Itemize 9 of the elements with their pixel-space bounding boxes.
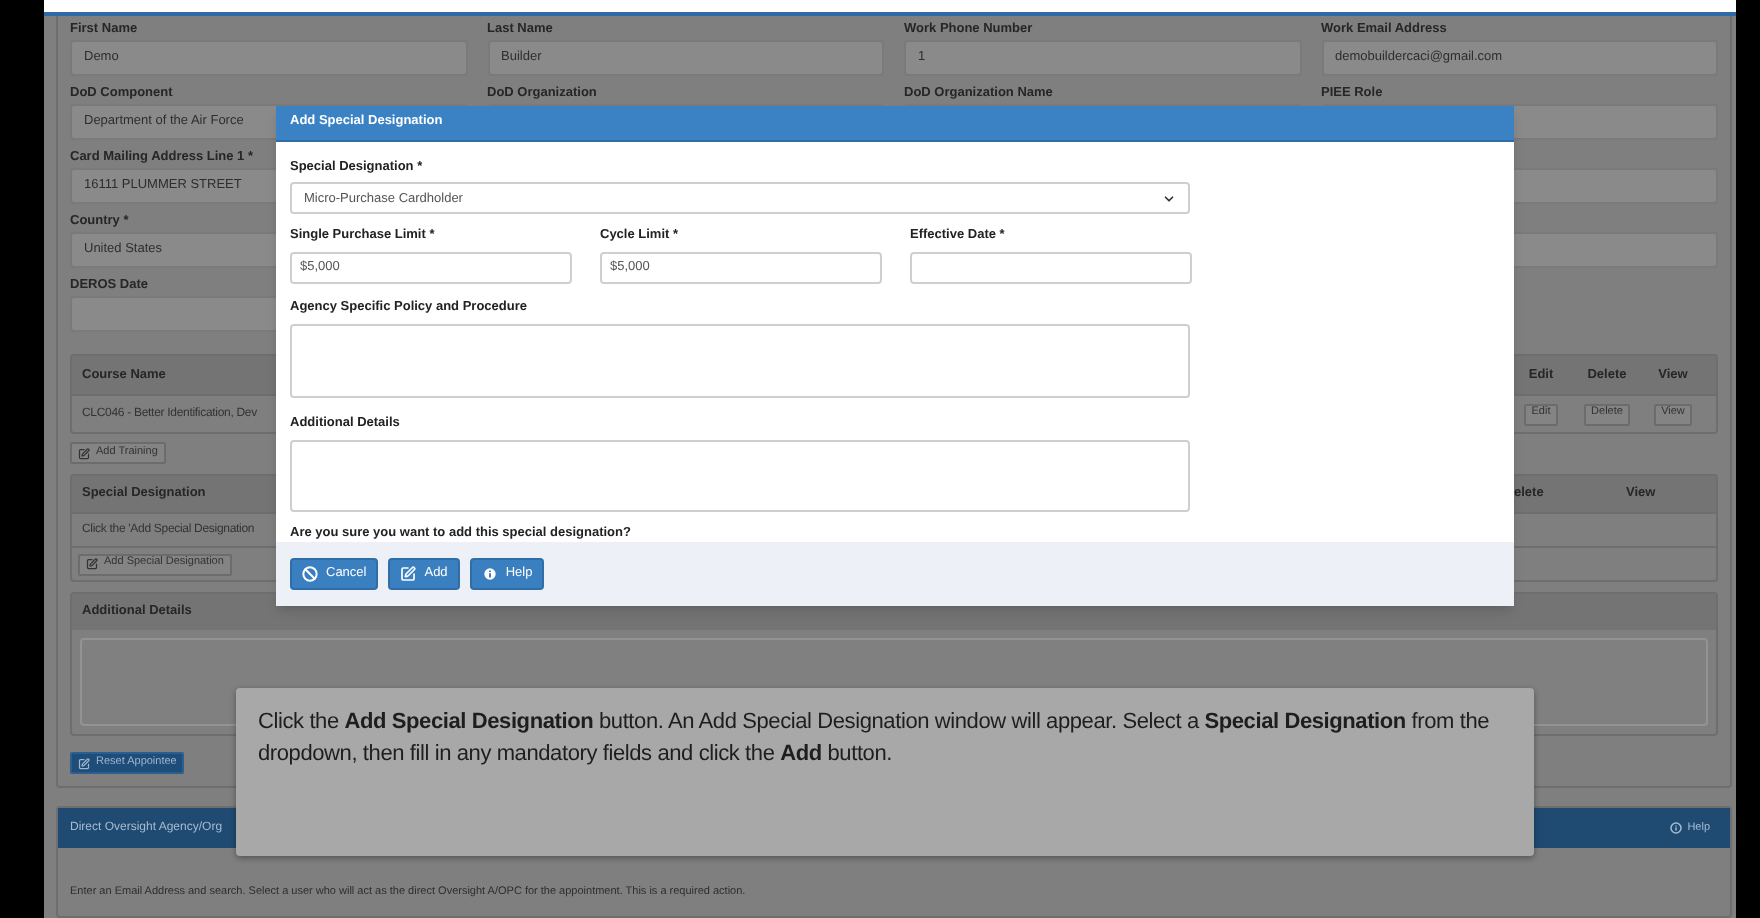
edit-icon — [400, 566, 417, 583]
edit-icon — [78, 757, 90, 769]
info-icon — [481, 566, 498, 583]
info-icon — [1669, 822, 1682, 834]
cancel-icon — [302, 566, 318, 583]
edit-icon — [86, 558, 98, 570]
edit-icon — [78, 447, 90, 459]
chevron-down-icon — [1162, 191, 1176, 206]
callout-text: Click the Add Special Designation button. An Add Special Designation window will appear. Select a Special Designation from the dropdown, then fill in any mandatory fields and click the Add button. — [258, 708, 1492, 770]
